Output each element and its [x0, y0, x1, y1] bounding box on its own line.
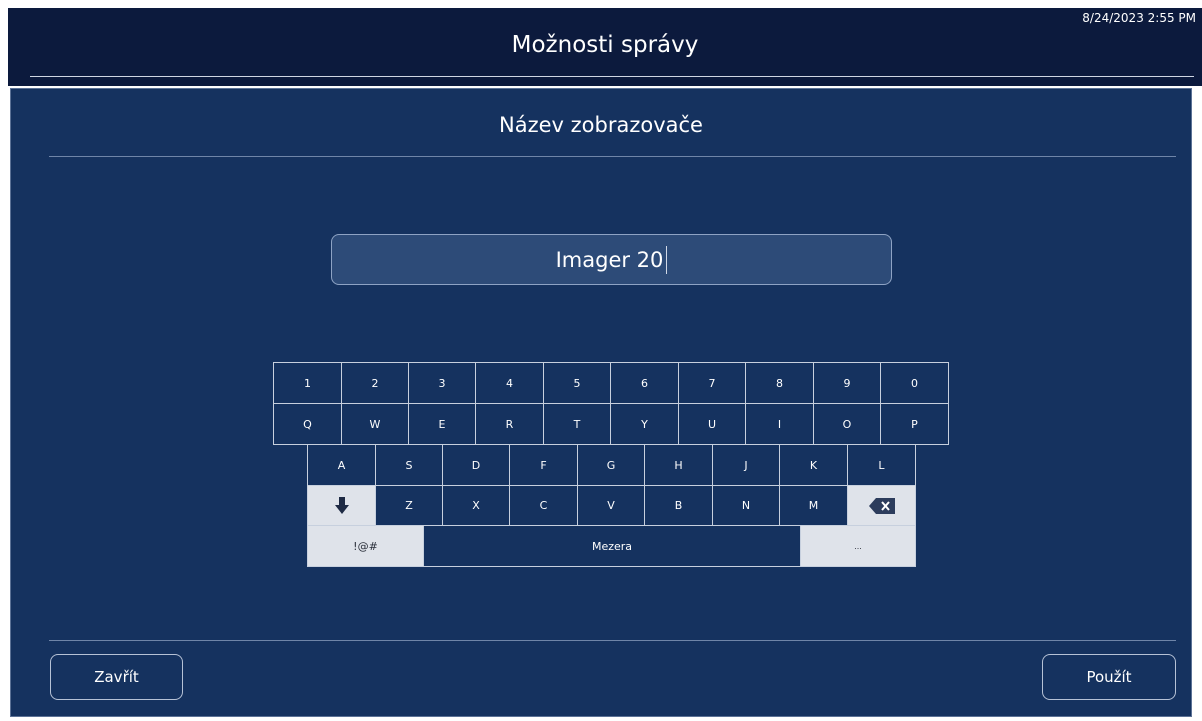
dialog-bottom-divider: [49, 640, 1176, 641]
key-b[interactable]: B: [644, 485, 713, 526]
imager-name-value: Imager 20: [555, 247, 664, 272]
key-h[interactable]: H: [644, 444, 713, 486]
key-i[interactable]: I: [745, 403, 814, 445]
key-t[interactable]: T: [543, 403, 611, 445]
key-0[interactable]: 0: [880, 362, 949, 404]
header-divider: [30, 76, 1194, 77]
close-button[interactable]: Zavřít: [50, 654, 183, 700]
key-4[interactable]: 4: [475, 362, 544, 404]
key-m[interactable]: M: [779, 485, 848, 526]
key-a[interactable]: A: [307, 444, 376, 486]
dialog-title: Název zobrazovače: [499, 113, 703, 137]
key-g[interactable]: G: [577, 444, 645, 486]
key-k[interactable]: K: [779, 444, 848, 486]
shift-key[interactable]: [307, 485, 376, 526]
key-7[interactable]: 7: [678, 362, 746, 404]
key-p[interactable]: P: [880, 403, 949, 445]
key-q[interactable]: Q: [273, 403, 342, 445]
top-header-bar: Možnosti správy 8/24/2023 2:55 PM: [8, 8, 1202, 86]
symbols-key[interactable]: !@#: [307, 525, 424, 567]
key-d[interactable]: D: [442, 444, 510, 486]
key-f[interactable]: F: [509, 444, 578, 486]
key-l[interactable]: L: [847, 444, 916, 486]
key-w[interactable]: W: [341, 403, 409, 445]
text-caret: [666, 245, 668, 274]
key-2[interactable]: 2: [341, 362, 409, 404]
key-3[interactable]: 3: [408, 362, 476, 404]
key-5[interactable]: 5: [543, 362, 611, 404]
imager-name-dialog: Název zobrazovače Imager 20 1 2 3 4 5 6 …: [10, 88, 1192, 717]
key-v[interactable]: V: [577, 485, 645, 526]
imager-name-input[interactable]: Imager 20: [331, 234, 892, 285]
key-j[interactable]: J: [712, 444, 780, 486]
backspace-key[interactable]: [847, 485, 916, 526]
key-c[interactable]: C: [509, 485, 578, 526]
key-6[interactable]: 6: [610, 362, 679, 404]
key-y[interactable]: Y: [610, 403, 679, 445]
key-o[interactable]: O: [813, 403, 881, 445]
key-z[interactable]: Z: [375, 485, 443, 526]
backspace-icon: [868, 497, 895, 514]
key-u[interactable]: U: [678, 403, 746, 445]
dialog-top-divider: [49, 156, 1176, 157]
key-8[interactable]: 8: [745, 362, 814, 404]
key-s[interactable]: S: [375, 444, 443, 486]
key-n[interactable]: N: [712, 485, 780, 526]
page-title: Možnosti správy: [511, 32, 699, 58]
key-r[interactable]: R: [475, 403, 544, 445]
more-key[interactable]: ...: [800, 525, 916, 567]
datetime-display: 8/24/2023 2:55 PM: [1082, 11, 1196, 25]
apply-button[interactable]: Použít: [1042, 654, 1176, 700]
key-e[interactable]: E: [408, 403, 476, 445]
key-x[interactable]: X: [442, 485, 510, 526]
key-1[interactable]: 1: [273, 362, 342, 404]
space-key[interactable]: Mezera: [423, 525, 801, 567]
down-arrow-icon: [334, 496, 349, 514]
key-9[interactable]: 9: [813, 362, 881, 404]
